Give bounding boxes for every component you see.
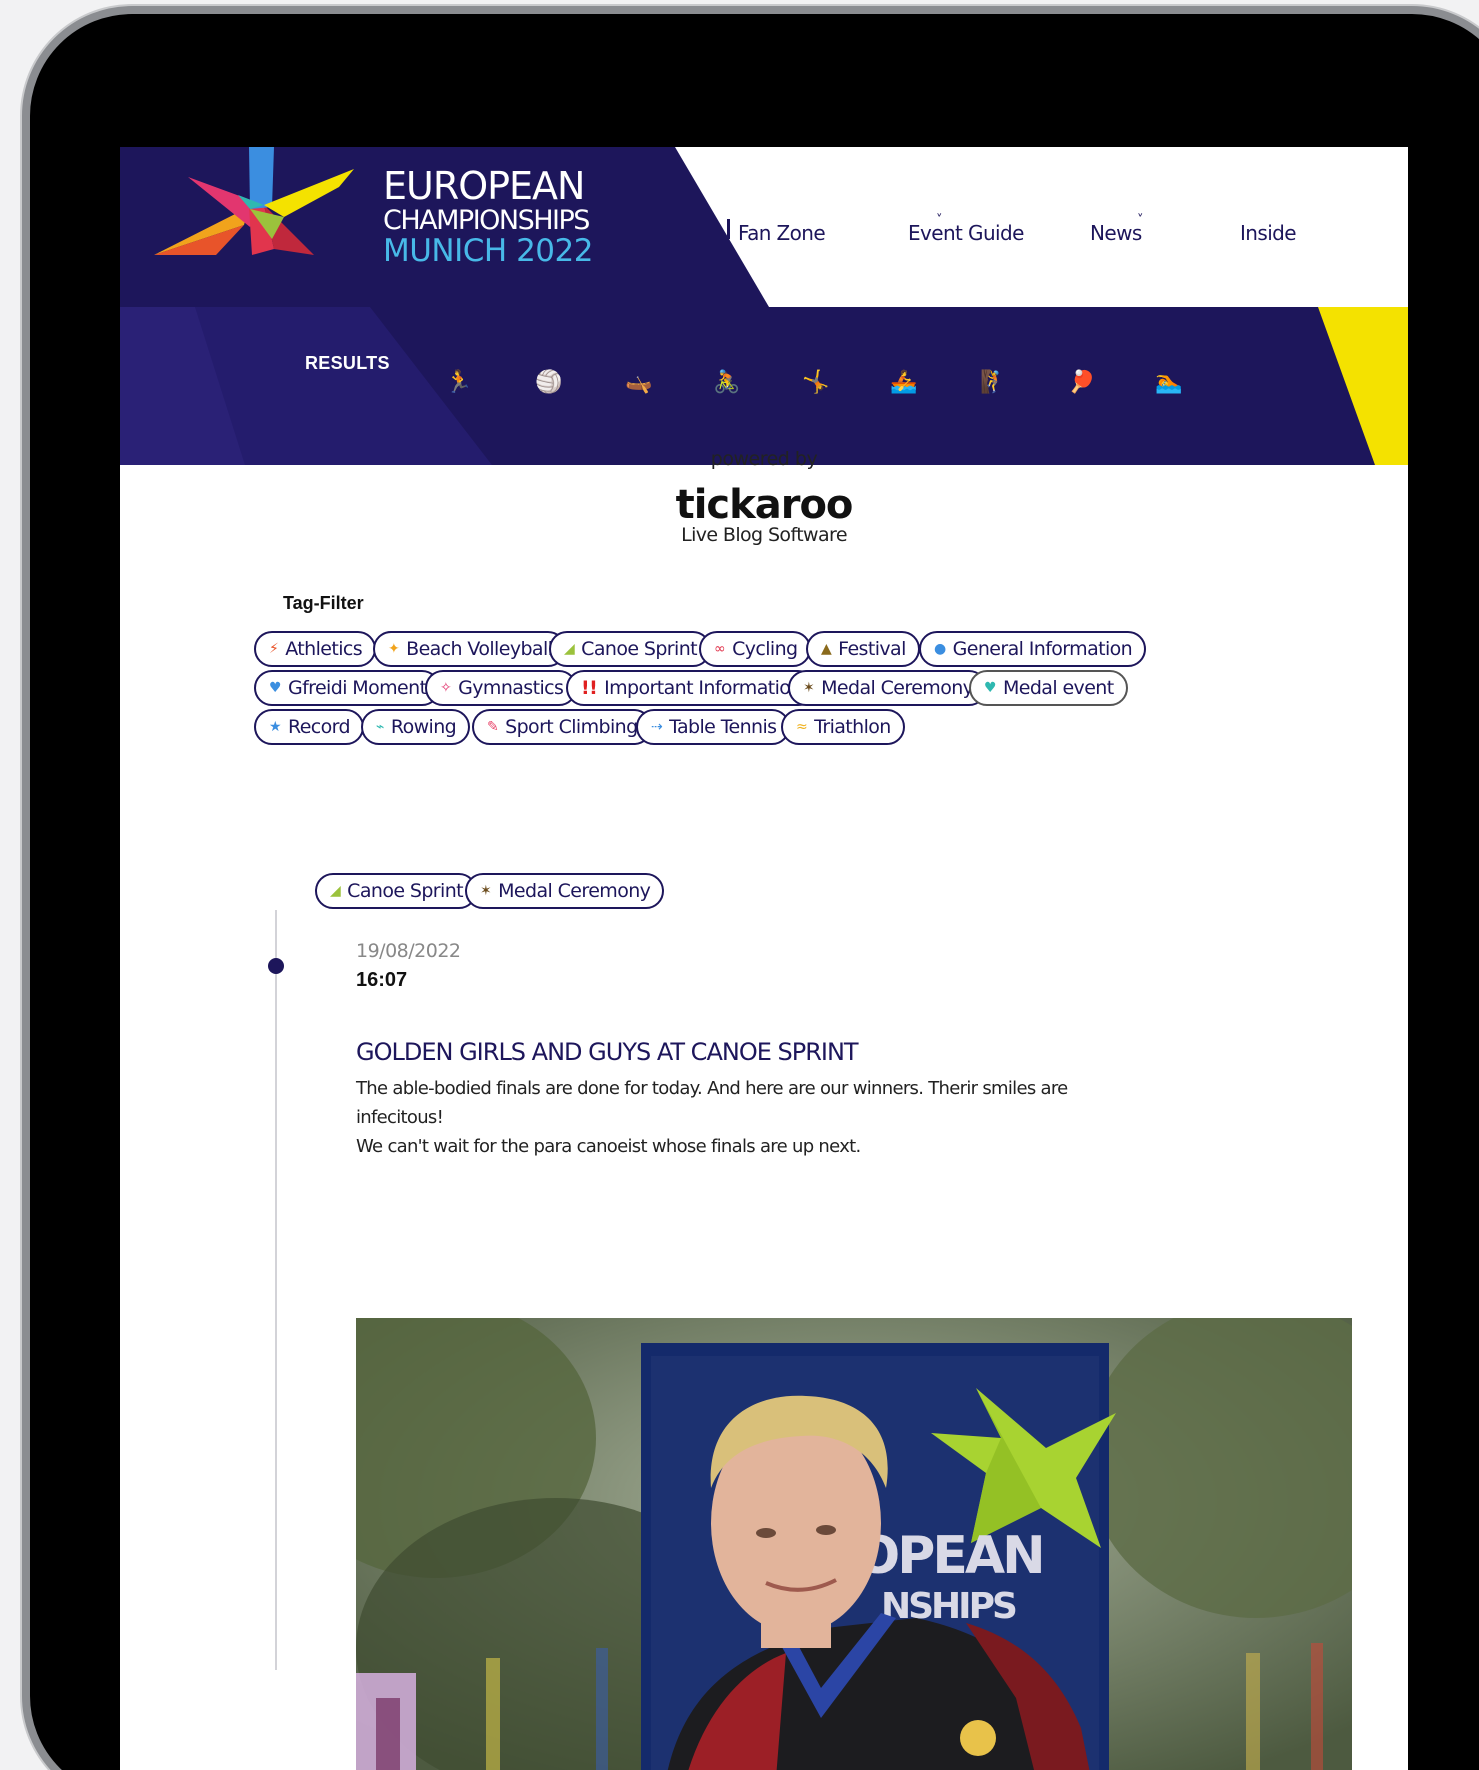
tag-chip-important-information[interactable]: !! Important Information bbox=[566, 670, 816, 706]
gymnastics-icon: ✧ bbox=[440, 680, 452, 696]
tag-chip-medal-event[interactable]: ♥ Medal event bbox=[969, 670, 1128, 706]
browser-viewport: EUROPEAN CHAMPIONSHIPS MUNICH 2022 Fan Z… bbox=[120, 147, 1408, 1770]
triathlon-icon[interactable]: 🏊 bbox=[1155, 372, 1182, 394]
sport-climbing-icon[interactable]: 🧗 bbox=[980, 372, 1007, 394]
entry-tag-label: Canoe Sprint bbox=[347, 880, 463, 902]
logo-line-2: CHAMPIONSHIPS bbox=[383, 205, 590, 236]
tag-chip-general-information[interactable]: ● General Information bbox=[919, 631, 1147, 667]
canoe-sprint-icon: ◢ bbox=[330, 883, 341, 899]
tickaroo-logo[interactable]: tickaroo bbox=[120, 482, 1408, 528]
tag-chip-gfreidi-moment[interactable]: ♥ Gfreidi Moment bbox=[254, 670, 441, 706]
tag-chip-label: Triathlon bbox=[814, 716, 891, 738]
tag-chip-festival[interactable]: ▲ Festival bbox=[806, 631, 920, 667]
results-link[interactable]: RESULTS bbox=[305, 353, 390, 374]
entry-title: GOLDEN GIRLS AND GUYS AT CANOE SPRINT bbox=[356, 1038, 859, 1066]
entry-tag-medal-ceremony[interactable]: ✶ Medal Ceremony bbox=[465, 873, 665, 909]
tag-chip-label: Gfreidi Moment bbox=[287, 677, 427, 699]
logo-wordmark[interactable]: EUROPEAN CHAMPIONSHIPS MUNICH 2022 bbox=[383, 167, 593, 267]
tag-chip-sport-climbing[interactable]: ✎ Sport Climbing bbox=[472, 709, 652, 745]
rowing-icon: ⌁ bbox=[376, 719, 384, 735]
beach-volleyball-icon[interactable]: 🏐 bbox=[535, 372, 562, 394]
tag-filter-title: Tag-Filter bbox=[283, 593, 364, 613]
nav-item-news[interactable]: News bbox=[1090, 221, 1142, 245]
tag-chip-label: Record bbox=[287, 716, 351, 738]
nav-item-fan-zone[interactable]: Fan Zone bbox=[738, 221, 826, 245]
entry-body-line-2: We can't wait for the para canoeist whos… bbox=[356, 1136, 861, 1157]
sports-navigation-bar: RESULTS 🏃 🏐 🛶 🚴 🤸 🚣 🧗 🏓 🏊 bbox=[120, 307, 1408, 465]
site-header: EUROPEAN CHAMPIONSHIPS MUNICH 2022 Fan Z… bbox=[120, 147, 1408, 307]
nav-item-inside[interactable]: Inside bbox=[1240, 221, 1297, 245]
tag-chip-beach-volleyball[interactable]: ✦ Beach Volleyball bbox=[373, 631, 567, 667]
tag-chip-label: Beach Volleyball bbox=[406, 638, 553, 660]
table-tennis-icon: ⇢ bbox=[651, 719, 663, 735]
tag-chip-canoe-sprint[interactable]: ◢ Canoe Sprint bbox=[549, 631, 711, 667]
entry-tag-canoe-sprint[interactable]: ◢ Canoe Sprint bbox=[315, 873, 477, 909]
logo-line-1: EUROPEAN bbox=[383, 164, 585, 208]
logo-line-3: MUNICH 2022 bbox=[383, 233, 593, 269]
tag-chip-rowing[interactable]: ⌁ Rowing bbox=[361, 709, 471, 745]
tag-chip-label: Festival bbox=[838, 638, 906, 660]
tag-chip-label: Medal Ceremony bbox=[821, 677, 974, 699]
timeline-dot bbox=[268, 958, 284, 974]
tag-chip-cycling[interactable]: ∞ Cycling bbox=[699, 631, 812, 667]
entry-date: 19/08/2022 bbox=[356, 940, 461, 962]
star-icon: ★ bbox=[269, 719, 282, 735]
triathlon-icon: ≈ bbox=[796, 719, 808, 735]
cycling-icon: ∞ bbox=[714, 641, 726, 657]
festival-icon: ▲ bbox=[821, 641, 832, 657]
sport-climbing-icon: ✎ bbox=[487, 719, 499, 735]
entry-photo[interactable]: OPEAN NSHIPS bbox=[356, 1318, 1352, 1770]
banner-text-1: OPEAN bbox=[856, 1526, 1043, 1586]
medal-ceremony-icon: ✶ bbox=[803, 680, 815, 696]
tag-chip-label: General Information bbox=[952, 638, 1133, 660]
entry-body-line-1: The able-bodied finals are done for toda… bbox=[356, 1078, 1068, 1128]
tag-chip-label: Canoe Sprint bbox=[581, 638, 697, 660]
entry-body: The able-bodied finals are done for toda… bbox=[356, 1074, 1156, 1161]
powered-by-label: powered by bbox=[710, 448, 818, 470]
yellow-corner-accent bbox=[1318, 307, 1408, 465]
tag-chip-gymnastics[interactable]: ✧ Gymnastics bbox=[425, 670, 578, 706]
athletics-icon[interactable]: 🏃 bbox=[445, 372, 472, 394]
rowing-icon[interactable]: 🚣 bbox=[890, 372, 917, 394]
athletics-icon: ⚡ bbox=[269, 641, 279, 657]
tag-chip-medal-ceremony[interactable]: ✶ Medal Ceremony bbox=[788, 670, 988, 706]
tag-chip-label: Athletics bbox=[285, 638, 363, 660]
timeline-line bbox=[275, 910, 277, 1670]
nav-item-cut-off bbox=[727, 219, 730, 239]
tag-chip-record[interactable]: ★ Record bbox=[254, 709, 364, 745]
entry-tag-label: Medal Ceremony bbox=[498, 880, 651, 902]
exclamation-icon: !! bbox=[581, 676, 598, 699]
tag-chip-label: Gymnastics bbox=[458, 677, 564, 699]
tag-chip-athletics[interactable]: ⚡ Athletics bbox=[254, 631, 377, 667]
medal-winner-photo: OPEAN NSHIPS bbox=[356, 1318, 1352, 1770]
canoe-sprint-icon: ◢ bbox=[564, 641, 575, 657]
tag-chip-table-tennis[interactable]: ⇢ Table Tennis bbox=[636, 709, 791, 745]
beach-volleyball-icon: ✦ bbox=[388, 641, 400, 657]
canoe-sprint-icon[interactable]: 🛶 bbox=[625, 372, 652, 394]
tickaroo-tagline: Live Blog Software bbox=[681, 524, 847, 546]
medal-icon: ♥ bbox=[984, 680, 997, 696]
mascot-icon: ♥ bbox=[269, 680, 282, 696]
table-tennis-icon[interactable]: 🏓 bbox=[1068, 372, 1095, 394]
info-icon: ● bbox=[934, 641, 946, 657]
tag-chip-label: Medal event bbox=[1002, 677, 1114, 699]
tag-chip-label: Rowing bbox=[390, 716, 457, 738]
entry-time: 16:07 bbox=[356, 969, 408, 991]
tag-chip-label: Sport Climbing bbox=[505, 716, 638, 738]
medal-ceremony-icon: ✶ bbox=[480, 883, 492, 899]
tag-chip-triathlon[interactable]: ≈ Triathlon bbox=[781, 709, 905, 745]
nav-item-event-guide[interactable]: Event Guide bbox=[908, 221, 1024, 245]
tag-chip-label: Cycling bbox=[732, 638, 798, 660]
tag-chip-label: Important Information bbox=[604, 677, 802, 699]
tag-chip-label: Table Tennis bbox=[669, 716, 777, 738]
gymnastics-icon[interactable]: 🤸 bbox=[802, 372, 829, 394]
cycling-icon[interactable]: 🚴 bbox=[713, 372, 740, 394]
